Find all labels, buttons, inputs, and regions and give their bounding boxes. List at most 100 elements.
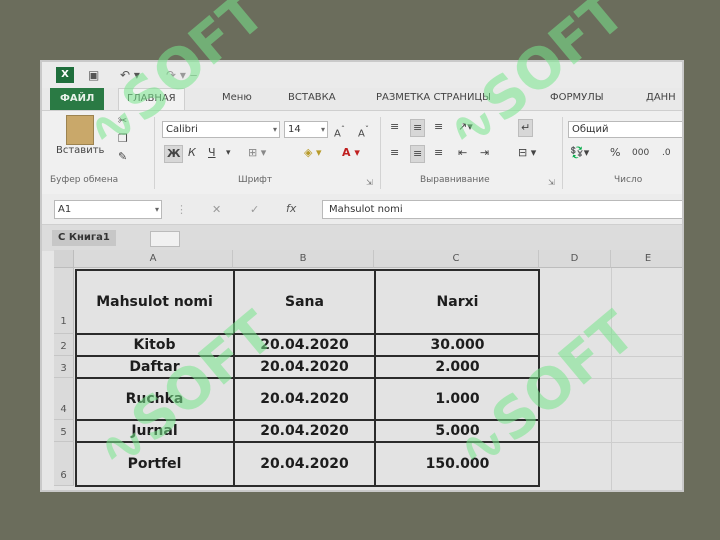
cell-c3[interactable]: 2.000 [376,356,539,378]
paste-icon[interactable] [66,115,94,145]
tab-home[interactable]: ГЛАВНАЯ [118,88,185,110]
percent-button[interactable]: % [610,145,620,161]
align-left-icon[interactable]: ≡ [390,145,399,161]
gridline [539,420,682,421]
gridline [539,356,682,357]
gridline [539,442,682,443]
undo-icon[interactable]: ↶ ▾ [120,67,140,83]
column-header-e[interactable]: E [611,250,682,268]
cell-c5[interactable]: 5.000 [376,420,539,442]
more-icon: ⋮ [176,203,187,216]
cell-b2[interactable]: 20.04.2020 [235,334,374,356]
border-icon[interactable]: ⊞ ▾ [248,145,266,161]
tab-menu[interactable]: Меню [222,92,252,103]
cell-c6[interactable]: 150.000 [376,442,539,486]
align-right-icon[interactable]: ≡ [434,145,443,161]
font-color-icon[interactable]: A ▾ [342,145,360,161]
enter-icon[interactable]: ✓ [250,202,259,218]
cell-a5[interactable]: Jurnal [76,420,233,442]
dialog-launcher-icon[interactable]: ⇲ [548,175,555,191]
cell-c4[interactable]: 1.000 [376,378,539,420]
gridline [611,268,612,490]
cell-a3[interactable]: Daftar [76,356,233,378]
font-name-combo[interactable]: Calibri ▾ [162,121,280,138]
cell-b3[interactable]: 20.04.2020 [235,356,374,378]
cell-c1[interactable]: Narxi [376,270,539,334]
increase-font-icon[interactable]: Aˆ [334,121,345,142]
cell-a6[interactable]: Portfel [76,442,233,486]
decimal-icon[interactable]: .0 [662,145,671,161]
formula-input[interactable]: Mahsulot nomi [322,200,682,219]
tab-page-layout[interactable]: РАЗМЕТКА СТРАНИЦЫ [376,92,491,103]
fill-color-icon[interactable]: ◈ ▾ [304,145,321,161]
cut-icon[interactable]: ✂ [118,113,127,129]
chevron-down-icon[interactable]: ▾ [226,145,231,161]
tab-file[interactable]: ФАЙЛ [50,88,105,110]
table-border [75,333,540,335]
bold-button[interactable]: Ж [164,145,184,163]
row-header-6[interactable]: 6 [54,442,74,486]
ribbon-separator [154,117,155,189]
align-top-icon[interactable]: ≡ [390,119,399,135]
table-border [233,269,235,487]
column-header-b[interactable]: B [233,250,374,268]
wrap-text-icon[interactable]: ↵ [518,119,534,137]
thousands-button[interactable]: 000 [632,145,649,161]
font-size-value: 14 [288,124,301,135]
quick-access-toolbar: X ▣ ↶ ▾ ↷ ▾ ‒ [42,62,682,88]
tab-data[interactable]: ДАНН [646,92,676,103]
paste-button[interactable]: Вставить [56,143,104,159]
orientation-icon[interactable]: ↗▾ [458,119,473,135]
tab-insert[interactable]: ВСТАВКА [288,92,336,103]
cell-c2[interactable]: 30.000 [376,334,539,356]
cell-a4[interactable]: Ruchka [76,378,233,420]
excel-icon[interactable]: X [56,67,74,83]
row-header-5[interactable]: 5 [54,420,74,442]
formula-bar: A1 ▾ ⋮ ✕ ✓ fx Mahsulot nomi [42,194,682,224]
align-center-icon[interactable]: ≡ [410,145,426,163]
workbook-tab[interactable]: C Книга1 [52,230,116,246]
cell-b5[interactable]: 20.04.2020 [235,420,374,442]
italic-button[interactable]: К [188,145,196,161]
font-size-combo[interactable]: 14 ▾ [284,121,328,138]
decrease-indent-icon[interactable]: ⇤ [458,145,467,161]
ribbon-tabs: ФАЙЛ ГЛАВНАЯ Меню ВСТАВКА РАЗМЕТКА СТРАН… [42,88,682,110]
row-header-3[interactable]: 3 [54,356,74,378]
fx-button[interactable]: fx [286,201,296,217]
select-all-corner[interactable] [54,250,74,268]
column-header-c[interactable]: C [374,250,539,268]
excel-window: X ▣ ↶ ▾ ↷ ▾ ‒ ФАЙЛ ГЛАВНАЯ Меню ВСТАВКА … [40,60,684,492]
row-header-4[interactable]: 4 [54,378,74,420]
row-header-2[interactable]: 2 [54,334,74,356]
decrease-font-icon[interactable]: Aˇ [358,121,369,142]
number-format-combo[interactable]: Общий [568,121,682,138]
cell-a1[interactable]: Mahsulot nomi [76,270,233,334]
row-header-1[interactable]: 1 [54,268,74,334]
cell-b4[interactable]: 20.04.2020 [235,378,374,420]
cancel-icon[interactable]: ✕ [212,202,221,218]
merge-cells-icon[interactable]: ⊟ ▾ [518,145,536,161]
cell-a2[interactable]: Kitob [76,334,233,356]
redo-icon[interactable]: ↷ ▾ ‒ [166,67,197,83]
name-box[interactable]: A1 ▾ [54,200,162,219]
new-tab-button[interactable] [150,231,180,247]
align-middle-icon[interactable]: ≡ [410,119,426,137]
cell-b6[interactable]: 20.04.2020 [235,442,374,486]
format-painter-icon[interactable]: ✎ [118,149,127,165]
save-icon[interactable]: ▣ [88,67,99,83]
tab-formulas[interactable]: ФОРМУЛЫ [550,92,604,103]
table-border [75,419,540,421]
column-header-a[interactable]: A [74,250,233,268]
font-name-value: Calibri [166,124,198,135]
column-header-d[interactable]: D [539,250,611,268]
dialog-launcher-icon[interactable]: ⇲ [366,175,373,191]
copy-icon[interactable]: ❐ [118,131,128,147]
increase-indent-icon[interactable]: ⇥ [480,145,489,161]
currency-icon[interactable]: 💱▾ [570,145,589,161]
table-border [75,355,540,357]
table-border [75,485,540,487]
align-bottom-icon[interactable]: ≡ [434,119,443,135]
cell-b1[interactable]: Sana [235,270,374,334]
ribbon-separator [562,117,563,189]
underline-button[interactable]: Ч [208,145,216,161]
